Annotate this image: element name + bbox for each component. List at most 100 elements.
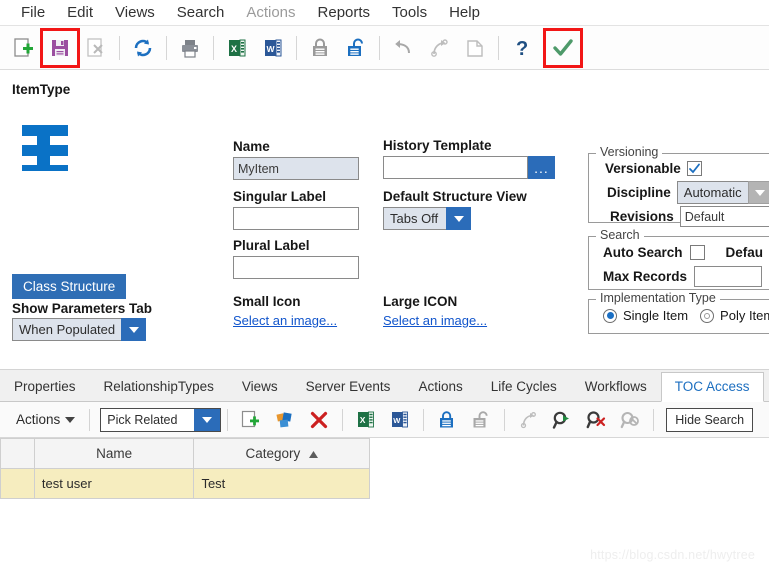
add-row-button[interactable] bbox=[237, 406, 265, 434]
tab-server-events[interactable]: Server Events bbox=[292, 372, 405, 401]
discipline-dropdown[interactable]: Automatic bbox=[676, 181, 769, 204]
default-label: Defau bbox=[725, 245, 764, 260]
menu-bar: File Edit Views Search Actions Reports T… bbox=[0, 0, 769, 26]
delete-button bbox=[81, 33, 111, 63]
new-button[interactable] bbox=[9, 33, 39, 63]
single-item-label: Single Item bbox=[623, 308, 689, 323]
word-export-button[interactable]: W bbox=[258, 33, 288, 63]
single-item-radio[interactable] bbox=[603, 308, 617, 323]
run-search-button[interactable] bbox=[548, 406, 576, 434]
done-button[interactable] bbox=[543, 27, 583, 68]
pick-related-value: Pick Related bbox=[101, 408, 195, 431]
delete-row-button[interactable] bbox=[305, 406, 333, 434]
actionbar-separator bbox=[342, 408, 344, 431]
toolbar-separator bbox=[119, 35, 120, 60]
menu-item-tools[interactable]: Tools bbox=[381, 2, 438, 23]
implementation-type-group: Implementation Type Single Item Poly Ite… bbox=[588, 291, 769, 334]
chevron-down-icon bbox=[65, 416, 76, 423]
actions-dropdown-label: Actions bbox=[16, 412, 61, 427]
name-label: Name bbox=[233, 139, 270, 154]
auto-search-checkbox[interactable] bbox=[689, 245, 705, 260]
plural-label-input[interactable] bbox=[233, 256, 359, 279]
disable-search-button bbox=[616, 406, 644, 434]
max-records-input[interactable] bbox=[694, 266, 763, 287]
clear-search-button[interactable] bbox=[582, 406, 610, 434]
menu-item-edit[interactable]: Edit bbox=[56, 2, 104, 23]
redo-button bbox=[514, 406, 542, 434]
excel-export-button[interactable]: X bbox=[222, 33, 252, 63]
actionbar-separator bbox=[423, 408, 425, 431]
toolbar-separator bbox=[213, 35, 214, 60]
sort-ascending-icon bbox=[309, 446, 318, 461]
unlock-button bbox=[467, 406, 495, 434]
default-structure-view-dropdown[interactable]: Tabs Off bbox=[383, 207, 471, 230]
discipline-value: Automatic bbox=[676, 181, 748, 204]
menu-item-actions: Actions bbox=[246, 4, 296, 21]
name-input[interactable] bbox=[233, 157, 359, 180]
word-export-button[interactable]: W bbox=[386, 406, 414, 434]
actions-dropdown-button[interactable]: Actions bbox=[8, 412, 83, 427]
grid-action-bar: Actions Pick Related X W Hide Search bbox=[0, 402, 769, 438]
menu-item-reports[interactable]: Reports bbox=[307, 2, 382, 23]
svg-text:W: W bbox=[267, 44, 276, 54]
revisions-input[interactable] bbox=[679, 206, 769, 227]
pick-related-dropdown[interactable]: Pick Related bbox=[100, 407, 222, 432]
print-button[interactable] bbox=[175, 33, 205, 63]
chevron-down-icon[interactable] bbox=[194, 408, 221, 431]
versionable-checkbox[interactable] bbox=[686, 161, 702, 176]
show-parameters-tab-value: When Populated bbox=[12, 318, 122, 341]
tab-workflows[interactable]: Workflows bbox=[571, 372, 661, 401]
tab-relationshiptypes[interactable]: RelationshipTypes bbox=[90, 372, 228, 401]
column-header-selector[interactable] bbox=[0, 438, 35, 469]
menu-item-file[interactable]: File bbox=[10, 2, 56, 23]
copy-button bbox=[460, 33, 490, 63]
history-template-input[interactable] bbox=[383, 156, 528, 179]
hide-search-button[interactable]: Hide Search bbox=[666, 407, 754, 432]
svg-text:X: X bbox=[360, 415, 366, 425]
column-header-name[interactable]: Name bbox=[33, 438, 195, 469]
history-template-field: ... bbox=[383, 156, 555, 179]
poly-item-radio[interactable] bbox=[700, 308, 715, 323]
page-title: ItemType bbox=[12, 82, 71, 97]
menu-item-search[interactable]: Search bbox=[166, 2, 236, 23]
pick-items-button[interactable] bbox=[271, 406, 299, 434]
refresh-button[interactable] bbox=[128, 33, 158, 63]
large-icon-select-link[interactable]: Select an image... bbox=[383, 313, 487, 328]
tab-life-cycles[interactable]: Life Cycles bbox=[477, 372, 571, 401]
max-records-label: Max Records bbox=[603, 269, 688, 284]
chevron-down-icon[interactable] bbox=[121, 318, 147, 341]
save-button[interactable] bbox=[40, 27, 80, 68]
help-button[interactable]: ? bbox=[507, 33, 537, 63]
main-toolbar: X W ? bbox=[0, 26, 769, 70]
table-row[interactable]: test user Test bbox=[0, 468, 370, 499]
implementation-type-title: Implementation Type bbox=[596, 291, 720, 305]
singular-label-input[interactable] bbox=[233, 207, 359, 230]
redo-button bbox=[424, 33, 454, 63]
poly-item-label: Poly Item bbox=[720, 308, 769, 323]
excel-export-button[interactable]: X bbox=[352, 406, 380, 434]
large-icon-label: Large ICON bbox=[383, 294, 458, 309]
small-icon-select-link[interactable]: Select an image... bbox=[233, 313, 337, 328]
unlock-button[interactable] bbox=[341, 33, 371, 63]
tab-toc-access[interactable]: TOC Access bbox=[660, 372, 764, 402]
lock-button[interactable] bbox=[433, 406, 461, 434]
menu-item-help[interactable]: Help bbox=[438, 2, 491, 23]
toc-access-grid: Name Category test user Test bbox=[0, 438, 370, 499]
chevron-down-icon[interactable] bbox=[747, 181, 769, 204]
tab-actions[interactable]: Actions bbox=[404, 372, 476, 401]
show-parameters-tab-dropdown[interactable]: When Populated bbox=[12, 318, 147, 341]
column-header-category[interactable]: Category bbox=[193, 438, 370, 469]
actionbar-separator bbox=[227, 408, 229, 431]
search-title: Search bbox=[596, 228, 644, 242]
row-selector-cell[interactable] bbox=[0, 468, 35, 499]
history-template-browse-button[interactable]: ... bbox=[528, 156, 555, 179]
toolbar-separator bbox=[498, 35, 499, 60]
class-structure-button[interactable]: Class Structure bbox=[12, 274, 127, 299]
versionable-label: Versionable bbox=[605, 161, 681, 176]
table-header-row: Name Category bbox=[0, 438, 370, 469]
tab-properties[interactable]: Properties bbox=[0, 372, 90, 401]
chevron-down-icon[interactable] bbox=[446, 207, 471, 230]
menu-item-views[interactable]: Views bbox=[104, 2, 166, 23]
column-header-category-label: Category bbox=[245, 446, 301, 461]
tab-views[interactable]: Views bbox=[228, 372, 292, 401]
